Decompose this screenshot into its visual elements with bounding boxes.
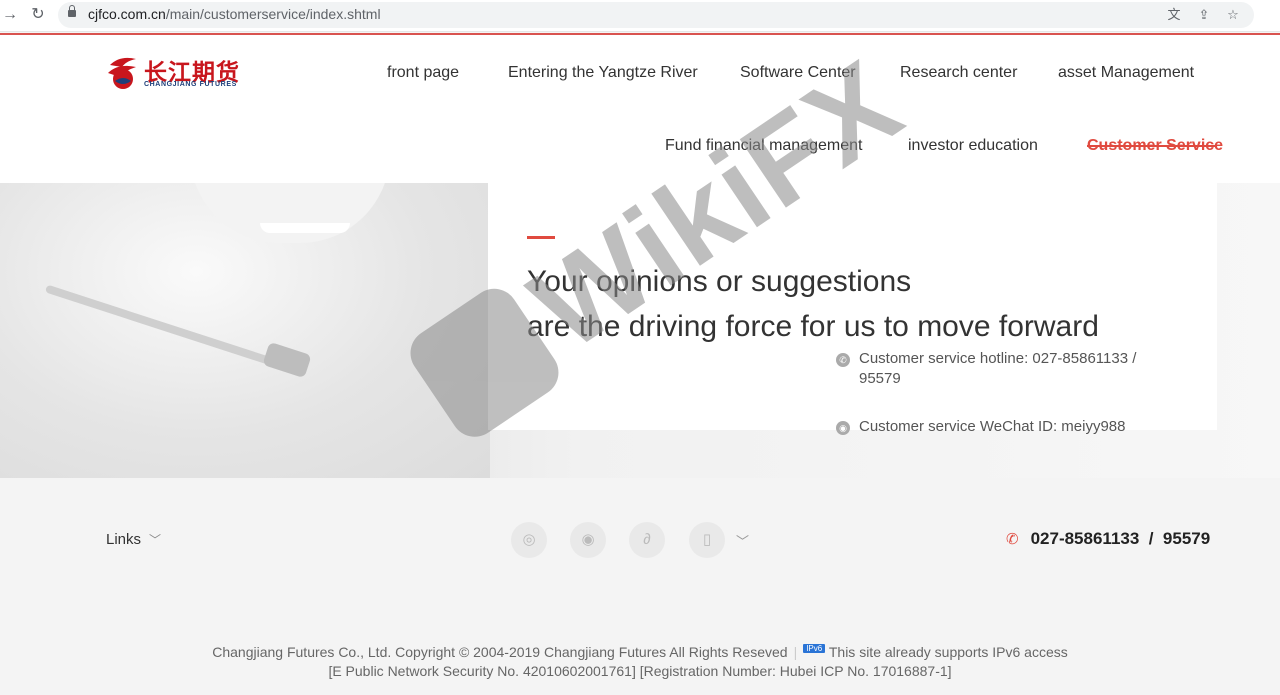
nav-front-page[interactable]: front page xyxy=(387,64,459,82)
hotline-contact: Customer service hotline: 027-85861133 /… xyxy=(859,349,1136,389)
nav-asset-management[interactable]: asset Management xyxy=(1058,64,1194,82)
footer-hotline: ✆ 027-85861133 / 95579 xyxy=(1006,529,1210,549)
banner-photo xyxy=(0,183,490,478)
chevron-down-icon[interactable]: ﹀ xyxy=(736,531,749,550)
share-icon[interactable]: ⇪ xyxy=(1195,6,1213,24)
back-arrow-icon[interactable]: → xyxy=(0,5,20,25)
links-dropdown[interactable]: Links ﹀ xyxy=(106,531,161,548)
site-logo[interactable]: 长江期货 CHANGJIANG FUTURES xyxy=(106,53,251,93)
wechat-icon: ◉ xyxy=(836,421,850,435)
phone-icon: ✆ xyxy=(1006,531,1019,548)
mobile-icon[interactable]: ▯ xyxy=(689,522,725,558)
weibo-icon[interactable]: ◎ xyxy=(511,522,547,558)
banner-photo-microphone xyxy=(262,341,312,379)
lock-icon xyxy=(68,5,76,17)
copyright-text: Changjiang Futures Co., Ltd. Copyright ©… xyxy=(212,644,788,660)
nav-investor-education[interactable]: investor education xyxy=(908,137,1038,155)
url-text: cjfco.com.cn/main/customerservice/index.… xyxy=(88,6,381,22)
banner-photo-face xyxy=(190,183,390,243)
banner-message-card: Your opinions or suggestions are the dri… xyxy=(488,183,1217,435)
url-path: /main/customerservice/index.shtml xyxy=(165,6,381,22)
address-bar[interactable]: cjfco.com.cn/main/customerservice/index.… xyxy=(58,2,1254,28)
translate-icon[interactable]: 文 xyxy=(1165,6,1183,24)
browser-toolbar: → ↻ cjfco.com.cn/main/customerservice/in… xyxy=(0,0,1280,32)
hero-banner: Your opinions or suggestions are the dri… xyxy=(0,183,1280,478)
headline-line-2: are the driving force for us to move for… xyxy=(527,310,1099,343)
star-icon[interactable]: ☆ xyxy=(1224,6,1242,24)
registration-line: [E Public Network Security No. 420106020… xyxy=(328,663,952,679)
chevron-down-icon: ﹀ xyxy=(149,533,162,547)
active-tab-underline xyxy=(1087,145,1217,147)
site-header: 长江期货 CHANGJIANG FUTURES front page Enter… xyxy=(0,35,1280,183)
banner-photo-headset xyxy=(44,284,286,370)
banner-photo-smile xyxy=(260,223,350,233)
nav-fund-financial-management[interactable]: Fund financial management xyxy=(665,137,862,155)
card-accent-bar xyxy=(527,236,555,239)
links-label: Links xyxy=(106,531,142,548)
ipv6-badge: IPv6 xyxy=(803,644,826,654)
logo-emblem-icon xyxy=(108,57,136,89)
phone-icon: ✆ xyxy=(836,353,850,367)
nav-research-center[interactable]: Research center xyxy=(900,64,1017,82)
link-icon[interactable]: ∂ xyxy=(629,522,665,558)
logo-subtitle: CHANGJIANG FUTURES xyxy=(144,81,237,88)
hotline-line-1: Customer service hotline: 027-85861133 / xyxy=(859,350,1137,367)
nav-software-center[interactable]: Software Center xyxy=(740,64,856,82)
ipv6-text: This site already supports IPv6 access xyxy=(828,644,1068,660)
reload-icon[interactable]: ↻ xyxy=(28,5,48,25)
footer-hotline-number: 027-85861133 / 95579 xyxy=(1030,529,1211,548)
nav-entering-yangtze[interactable]: Entering the Yangtze River xyxy=(508,64,698,82)
banner-headline: Your opinions or suggestions are the dri… xyxy=(527,259,1099,349)
url-domain: cjfco.com.cn xyxy=(88,6,166,22)
wechat-icon[interactable]: ◉ xyxy=(570,522,606,558)
copyright-line: Changjiang Futures Co., Ltd. Copyright ©… xyxy=(0,644,1280,660)
divider: | xyxy=(793,644,798,660)
wechat-contact: Customer service WeChat ID: meiyy988 xyxy=(859,418,1126,435)
headline-line-1: Your opinions or suggestions xyxy=(527,265,912,298)
hotline-line-2: 95579 xyxy=(859,370,901,387)
